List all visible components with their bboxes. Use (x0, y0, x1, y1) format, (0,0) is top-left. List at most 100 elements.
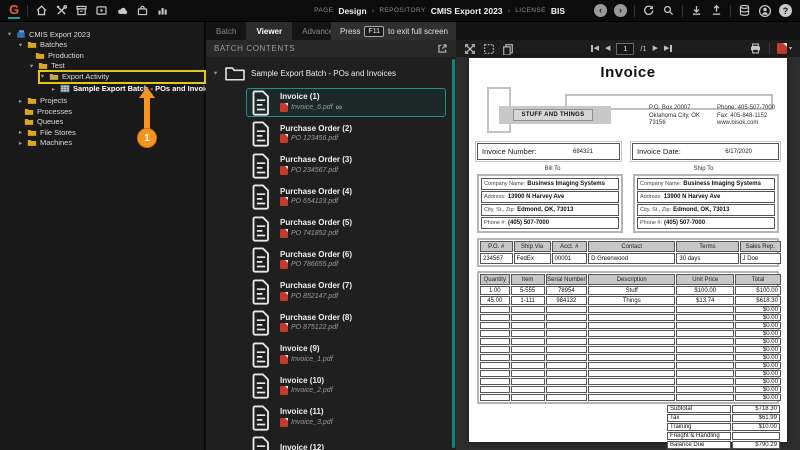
bill-to-box: Company Name:Business Imaging Systems Ad… (477, 174, 623, 233)
document-row[interactable]: Purchase Order (6) PO 786655.pdf (246, 246, 446, 275)
export-pdf-button[interactable]: ▾ (777, 43, 792, 54)
pdf-icon (280, 229, 288, 238)
document-filename: PO 234567.pdf (291, 167, 338, 174)
fit-to-window-icon[interactable] (464, 43, 476, 55)
folder-icon (35, 51, 45, 60)
divider (27, 5, 28, 17)
caret-expanded-icon[interactable]: ▾ (212, 69, 219, 77)
help-icon[interactable]: ? (779, 4, 792, 17)
tree-node-label: Test (51, 62, 65, 70)
media-box-icon[interactable] (95, 4, 108, 17)
invoice-number-value: 684321 (573, 149, 593, 155)
first-page-button[interactable]: ◀ (591, 45, 599, 52)
refresh-icon[interactable] (642, 4, 655, 17)
node-tree-sidebar: ▾ CMIS Export 2023 ▾ Batches Production … (0, 22, 205, 450)
tree-node-projects[interactable]: ▸ Projects (0, 96, 204, 107)
caret-collapsed-icon[interactable]: ▸ (17, 97, 24, 105)
document-icon (251, 405, 272, 431)
tree-node-production[interactable]: Production (0, 50, 204, 61)
tree-node-batches[interactable]: ▾ Batches (0, 40, 204, 51)
tree-node-cmis-export-2023[interactable]: ▾ CMIS Export 2023 (0, 29, 204, 40)
tree-node-queues[interactable]: Queues (0, 117, 204, 128)
bag-icon[interactable] (136, 4, 149, 17)
document-icon (251, 216, 272, 242)
document-title: Purchase Order (4) (280, 188, 352, 197)
repository-icon (16, 29, 26, 39)
select-region-icon[interactable] (483, 43, 495, 55)
user-icon[interactable] (758, 4, 772, 18)
breadcrumb-license-value[interactable]: BIS (551, 6, 565, 16)
document-row[interactable]: Invoice (1) Invoice_6.pdf∞ (246, 88, 446, 117)
print-icon[interactable] (749, 42, 762, 55)
tree-node-processes[interactable]: Processes (0, 106, 204, 117)
page-count-label: /1 (640, 44, 646, 53)
tools-icon[interactable] (55, 4, 68, 17)
back-button[interactable]: ‹ (594, 4, 607, 17)
ship-to-box: Company Name:Business Imaging Systems Ad… (633, 174, 779, 233)
list-scrollbar[interactable] (452, 59, 455, 448)
breadcrumb-page-value[interactable]: Design (338, 6, 366, 16)
invoice-page[interactable]: Invoice STUFF AND THINGS P.O. Box 20007 … (469, 58, 787, 442)
pdf-icon (280, 386, 288, 395)
document-row[interactable]: Purchase Order (3) PO 234567.pdf (246, 151, 446, 180)
document-row[interactable]: Purchase Order (4) PO 654123.pdf (246, 183, 446, 212)
tree-node-machines[interactable]: ▸ Machines (0, 138, 204, 149)
caret-collapsed-icon[interactable]: ▸ (17, 139, 24, 147)
document-row[interactable]: Invoice (12) (246, 435, 446, 450)
open-external-icon[interactable] (437, 43, 448, 54)
folder-icon (38, 61, 48, 70)
billto-shipto-headers: Bill To Ship To (477, 166, 779, 172)
download-icon[interactable] (690, 4, 703, 17)
document-row[interactable]: Invoice (9) Invoice_1.pdf (246, 340, 446, 369)
po-info-table: P.O. # Ship Via Acct. # Contact Terms Sa… (477, 238, 779, 267)
caret-collapsed-icon[interactable]: ▸ (50, 85, 57, 93)
cloud-icon[interactable] (115, 4, 129, 17)
batches-box-icon[interactable] (75, 4, 88, 17)
viewer-toolbar: ◀ ◀ 1 /1 ▶ ▶ ▾ (456, 40, 800, 57)
bar-chart-icon[interactable] (156, 4, 169, 17)
tab-batch[interactable]: Batch (206, 22, 246, 40)
company-contact: Phone: 405-507-7000 Fax: 405-848-1152 ww… (717, 105, 775, 128)
viewer-canvas[interactable]: Invoice STUFF AND THINGS P.O. Box 20007 … (456, 57, 800, 450)
total-label: Training (667, 423, 731, 431)
document-icon (251, 184, 272, 210)
thumbnails-icon[interactable] (502, 43, 514, 55)
tab-viewer[interactable]: Viewer (246, 22, 292, 40)
last-page-button[interactable]: ▶ (664, 45, 672, 52)
chevron-down-icon: ▾ (789, 45, 792, 52)
tree-node-file-stores[interactable]: ▸ File Stores (0, 127, 204, 138)
invoice-number-date-row: Invoice Number: 684321 Invoice Date: 6/1… (477, 143, 779, 160)
next-page-button[interactable]: ▶ (653, 45, 658, 52)
batch-root-folder[interactable]: ▾ Sample Export Batch - POs and Invoices (212, 64, 456, 82)
document-list: ▾ Sample Export Batch - POs and Invoices… (206, 57, 456, 450)
invoice-number-box: Invoice Number: 684321 (477, 143, 620, 160)
panel-tab-bar: Batch Viewer Advanced Press F11 to exit … (206, 22, 456, 40)
document-row[interactable]: Purchase Order (5) PO 741852.pdf (246, 214, 446, 243)
previous-page-button[interactable]: ◀ (605, 45, 610, 52)
document-filename: PO 123456.pdf (291, 135, 338, 142)
document-row[interactable]: Invoice (10) Invoice_2.pdf (246, 372, 446, 401)
database-icon[interactable] (738, 4, 751, 17)
caret-collapsed-icon[interactable]: ▸ (17, 128, 24, 136)
pdf-icon (280, 134, 288, 143)
search-icon[interactable] (662, 4, 675, 17)
upload-icon[interactable] (710, 4, 723, 17)
home-icon[interactable] (35, 4, 48, 17)
caret-expanded-icon[interactable]: ▾ (6, 30, 13, 38)
fullscreen-exit-notice: Press F11 to exit full screen (331, 22, 457, 40)
total-value: $61.99 (732, 414, 780, 422)
page-number-input[interactable]: 1 (616, 43, 634, 55)
folder-icon (27, 96, 37, 105)
document-row[interactable]: Invoice (11) Invoice_3.pdf (246, 403, 446, 432)
document-row[interactable]: Purchase Order (8) PO 875122.pdf (246, 309, 446, 338)
document-row[interactable]: Purchase Order (7) PO 852147.pdf (246, 277, 446, 306)
caret-expanded-icon[interactable]: ▾ (17, 41, 24, 49)
breadcrumb-repository-value[interactable]: CMIS Export 2023 (431, 6, 503, 16)
bill-to-phone: (405) 507-7000 (508, 220, 549, 226)
document-row[interactable]: Purchase Order (2) PO 123456.pdf (246, 120, 446, 149)
document-icon (251, 373, 272, 399)
document-title: Purchase Order (3) (280, 156, 352, 165)
forward-button[interactable]: › (614, 4, 627, 17)
document-filename: PO 654123.pdf (291, 198, 338, 205)
caret-expanded-icon[interactable]: ▾ (28, 62, 35, 70)
